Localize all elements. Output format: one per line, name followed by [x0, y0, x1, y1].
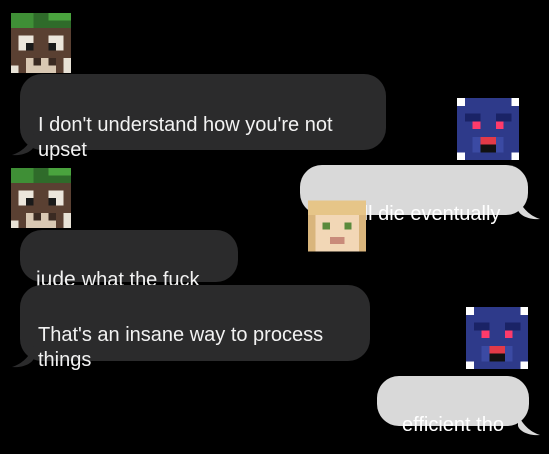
message-bubble-incoming[interactable]: jude what the fuck [20, 230, 238, 291]
green-cow-avatar-icon[interactable] [11, 13, 71, 73]
bubble-tail [12, 346, 34, 368]
blue-bunny-avatar-icon[interactable] [457, 98, 519, 160]
message-text: efficient tho [402, 414, 504, 436]
message-text: I don't understand how you're not upset [38, 114, 333, 161]
blonde-girl-avatar-icon[interactable] [308, 200, 366, 252]
message-bubble-incoming[interactable]: I don't understand how you're not upset [20, 74, 386, 161]
message-bubble-outgoing[interactable]: efficient tho [377, 376, 529, 436]
bubble-tail [12, 134, 34, 156]
green-cow-avatar-icon[interactable] [11, 168, 71, 228]
blue-bunny-avatar-icon[interactable] [466, 307, 528, 369]
message-text: That's an insane way to process things [38, 324, 324, 371]
chat-thread: I don't understand how you're not upset … [0, 0, 549, 454]
bubble-tail [518, 414, 540, 436]
bubble-tail [518, 198, 540, 220]
message-bubble-incoming[interactable]: That's an insane way to process things [20, 285, 370, 371]
